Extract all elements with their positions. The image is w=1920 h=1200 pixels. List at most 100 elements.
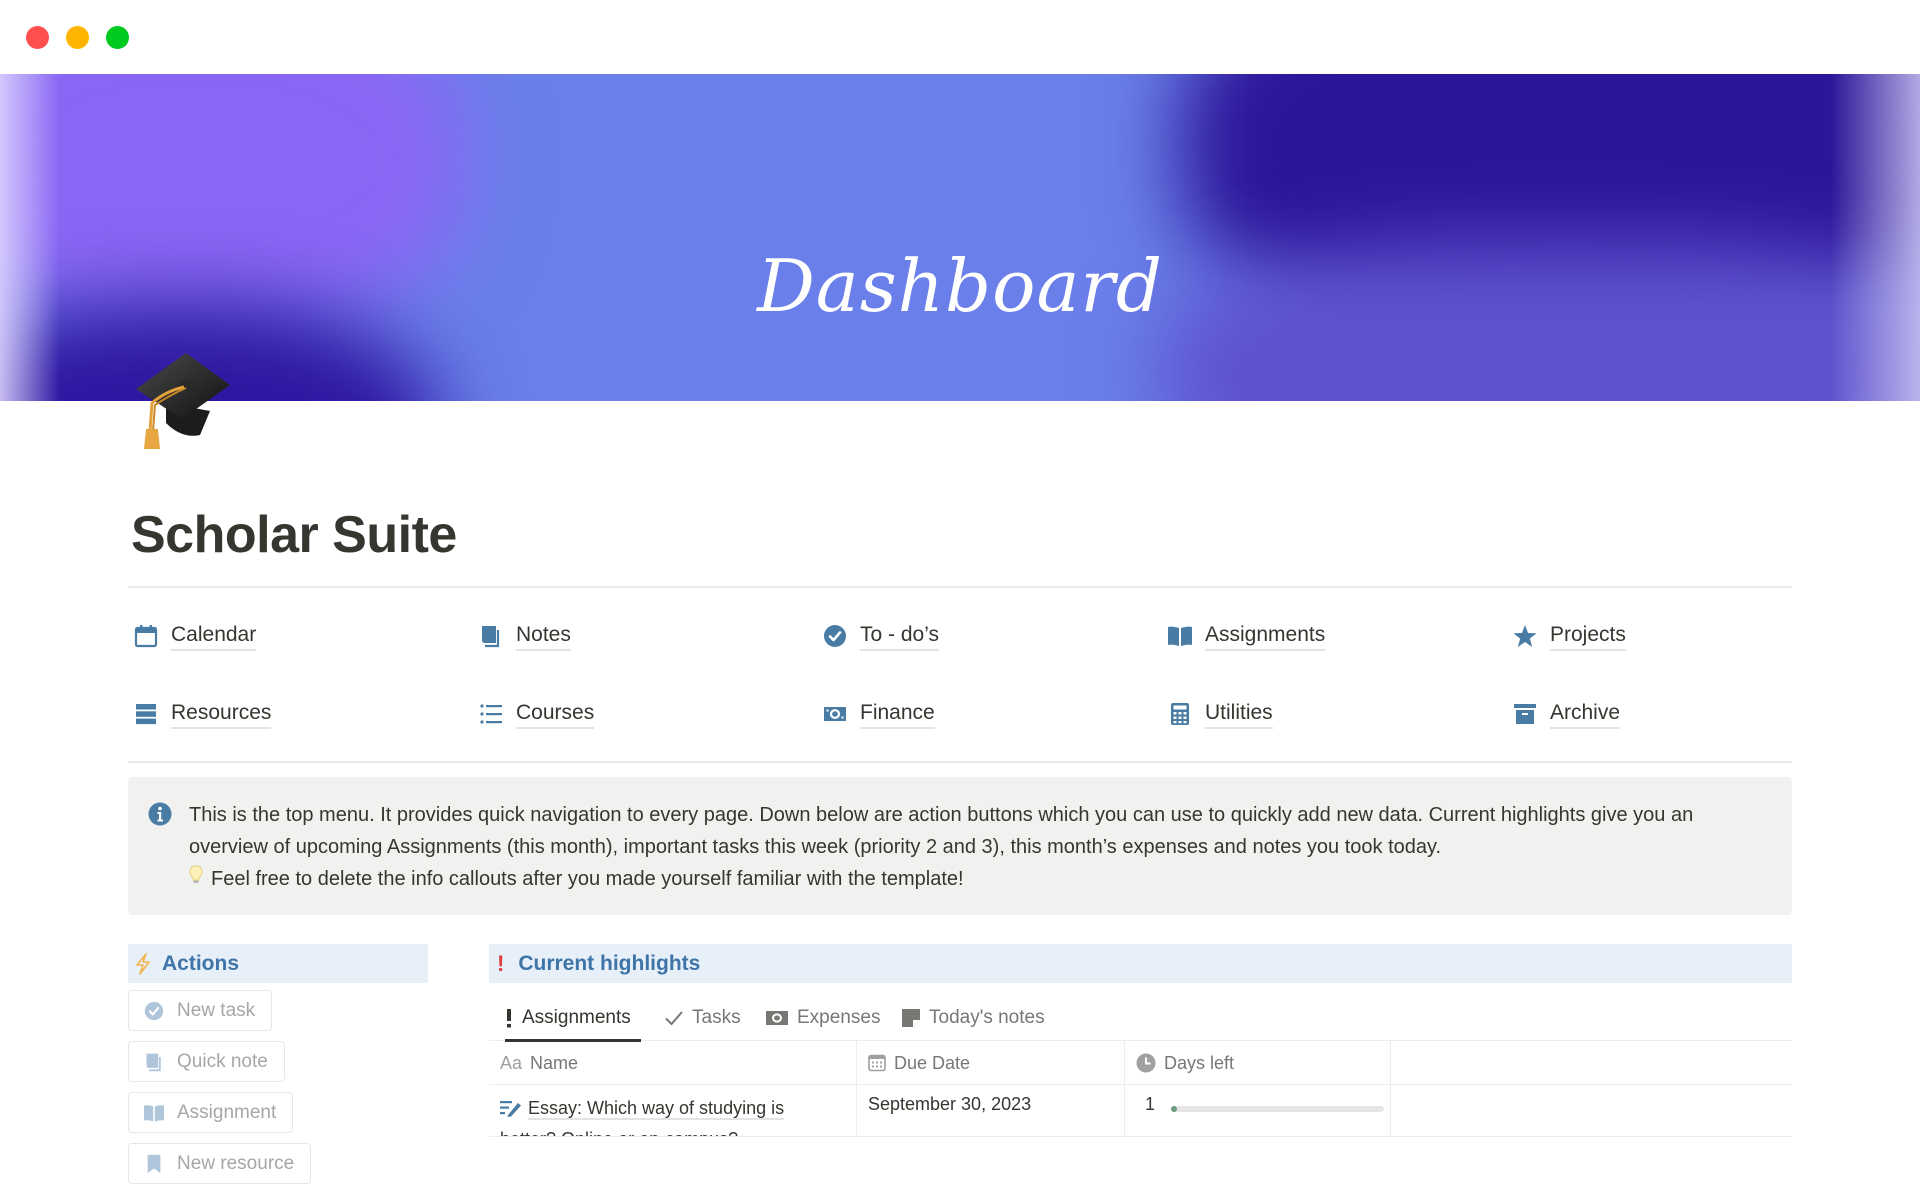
bookmark-icon [143,1153,165,1175]
button-label: New task [177,999,256,1021]
nav-link-courses[interactable]: Courses [478,696,595,732]
highlights-view-tabs: Assignments Tasks Expenses Today's notes [489,995,1792,1042]
check-circle-icon [822,623,848,649]
banner-title: Dashboard [757,244,1163,328]
nav-link-resources[interactable]: Resources [133,696,272,732]
calendar-icon [868,1054,886,1072]
info-callout: This is the top menu. It provides quick … [128,777,1792,915]
star-icon [1512,623,1538,649]
highlights-header: ! Current highlights [489,944,1792,983]
nav-link-calendar[interactable]: Calendar [133,618,257,654]
tab-label: Expenses [797,1006,881,1028]
tab-assignments[interactable]: Assignments [505,995,641,1042]
open-book-icon [1167,623,1193,649]
nav-link-notes[interactable]: Notes [478,618,571,654]
due-date-value: September 30, 2023 [868,1094,1032,1114]
nav-link-projects[interactable]: Projects [1512,618,1626,654]
nav-link-utilities[interactable]: Utilities [1167,696,1273,732]
window-titlebar [0,0,1920,74]
notes-icon [478,623,504,649]
button-label: Assignment [177,1101,277,1123]
tab-label: Tasks [692,1006,741,1028]
nav-link-todos[interactable]: To - do’s [822,618,939,654]
zoom-window-button[interactable] [106,26,129,49]
close-window-button[interactable] [26,26,49,49]
tab-tasks[interactable]: Tasks [665,995,741,1040]
nav-link-label: Notes [516,622,571,651]
money-icon [766,1010,788,1026]
nav-link-label: Archive [1550,700,1621,729]
divider [128,586,1792,588]
nav-link-label: Courses [516,700,595,729]
stack-icon [133,701,159,727]
cell-days-left[interactable]: 1 [1125,1085,1391,1136]
top-navigation-menu: Calendar Notes To - do’s Assignments Pro… [128,600,1792,750]
column-label: Name [530,1052,579,1073]
tab-todays-notes[interactable]: Today's notes [902,995,1045,1040]
text-aa-icon: Aa [500,1052,523,1073]
highlights-title: Current highlights [518,951,701,975]
checkmark-icon [665,1010,683,1026]
column-label: Due Date [894,1052,971,1073]
tab-label: Today's notes [929,1006,1045,1028]
banner-edge-fade [1830,74,1920,401]
callout-tip: Feel free to delete the info callouts af… [189,863,1769,895]
callout-text: This is the top menu. It provides quick … [189,799,1769,895]
lightning-icon [134,952,154,975]
column-header-due-date[interactable]: Due Date [857,1041,1125,1085]
actions-header: Actions [128,944,428,983]
note-icon [902,1008,920,1027]
nav-link-label: Calendar [171,622,257,651]
quick-note-button[interactable]: Quick note [128,1041,285,1082]
days-left-progress-bar [1171,1106,1384,1112]
column-header-days-left[interactable]: Days left [1125,1041,1391,1085]
essay-pencil-icon [500,1097,522,1125]
table-header: Aa Name Due Date Days left [489,1041,1792,1085]
days-left-value: 1 [1145,1094,1156,1114]
page-title: Scholar Suite [131,506,457,564]
cover-banner: Dashboard [0,74,1920,401]
tab-expenses[interactable]: Expenses [766,995,880,1040]
nav-link-label: To - do’s [860,622,939,651]
exclamation-icon: ! [497,950,505,976]
column-label: Days left [1164,1052,1235,1073]
minimize-window-button[interactable] [66,26,89,49]
check-circle-icon [143,1000,165,1022]
nav-link-label: Projects [1550,622,1626,651]
days-left-progress-fill [1171,1106,1177,1112]
nav-link-label: Utilities [1205,700,1273,729]
callout-line: This is the top menu. It provides quick … [189,804,1694,858]
table-row[interactable]: Essay: Which way of studying is better? … [489,1085,1792,1137]
actions-title: Actions [162,951,240,975]
new-task-button[interactable]: New task [128,990,273,1031]
nav-link-label: Assignments [1205,622,1326,651]
open-book-icon [143,1102,165,1124]
tab-label: Assignments [522,1006,631,1028]
button-label: Quick note [177,1050,268,1072]
assignment-button[interactable]: Assignment [128,1092,294,1133]
calculator-icon [1167,701,1193,727]
new-resource-button[interactable]: New resource [128,1143,312,1184]
button-label: New resource [177,1152,295,1174]
nav-link-assignments[interactable]: Assignments [1167,618,1326,654]
list-icon [478,701,504,727]
nav-link-finance[interactable]: Finance [822,696,935,732]
banner-edge-fade [0,74,60,401]
exclamation-icon [505,1008,513,1028]
archive-icon [1512,701,1538,727]
clock-icon [1136,1053,1156,1073]
callout-tip-text: Feel free to delete the info callouts af… [211,868,964,890]
money-icon [822,701,848,727]
nav-link-label: Finance [860,700,935,729]
assignment-name-link[interactable]: Essay: Which way of studying is better? … [500,1098,785,1136]
notes-icon [143,1051,165,1073]
cell-due-date[interactable]: September 30, 2023 [857,1085,1125,1136]
graduation-cap-icon[interactable] [130,345,238,453]
nav-link-archive[interactable]: Archive [1512,696,1621,732]
cell-name[interactable]: Essay: Which way of studying is better? … [489,1085,857,1136]
nav-link-label: Resources [171,700,272,729]
divider [128,761,1792,763]
column-header-name[interactable]: Aa Name [489,1041,857,1085]
info-icon [148,802,172,826]
lightbulb-icon [189,863,205,895]
